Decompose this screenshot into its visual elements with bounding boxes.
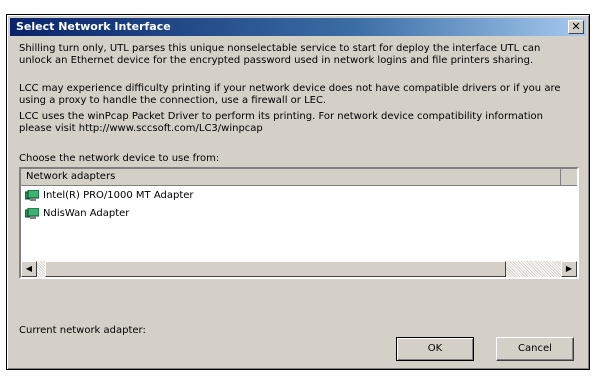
description-paragraph-1: Shilling turn only, UTL parses this uniq… (19, 43, 541, 66)
horizontal-scrollbar[interactable]: ◀ ▶ (21, 261, 577, 277)
select-network-interface-dialog: Select Network Interface ✕ Shilling turn… (6, 14, 590, 370)
network-card-icon (25, 208, 39, 219)
close-icon: ✕ (571, 20, 581, 33)
current-adapter-label: Current network adapter: (19, 325, 146, 336)
column-header-network-adapters[interactable]: Network adapters (21, 169, 561, 185)
cancel-button[interactable]: Cancel (496, 337, 574, 361)
close-button[interactable]: ✕ (568, 20, 584, 34)
adapter-label: NdisWan Adapter (43, 208, 130, 219)
arrow-left-icon: ◀ (25, 264, 33, 273)
adapter-label: Intel(R) PRO/1000 MT Adapter (43, 190, 194, 201)
network-adapter-list[interactable]: Network adapters Intel(R) PRO/1000 MT Ad… (19, 167, 579, 279)
description-paragraph-3: LCC uses the winPcap Packet Driver to pe… (19, 111, 544, 134)
network-card-icon (25, 190, 39, 201)
description-paragraph-2: LCC may experience difficulty printing i… (19, 83, 561, 106)
ok-button[interactable]: OK (396, 337, 474, 361)
scroll-thumb[interactable] (45, 261, 506, 277)
title-bar[interactable]: Select Network Interface ✕ (10, 18, 586, 36)
scroll-track[interactable] (37, 261, 561, 277)
dialog-title: Select Network Interface (16, 20, 171, 33)
scroll-left-button[interactable]: ◀ (21, 261, 37, 277)
list-header: Network adapters (21, 169, 577, 186)
choose-device-label: Choose the network device to use from: (19, 153, 220, 164)
arrow-right-icon: ▶ (565, 264, 573, 273)
scroll-right-button[interactable]: ▶ (561, 261, 577, 277)
